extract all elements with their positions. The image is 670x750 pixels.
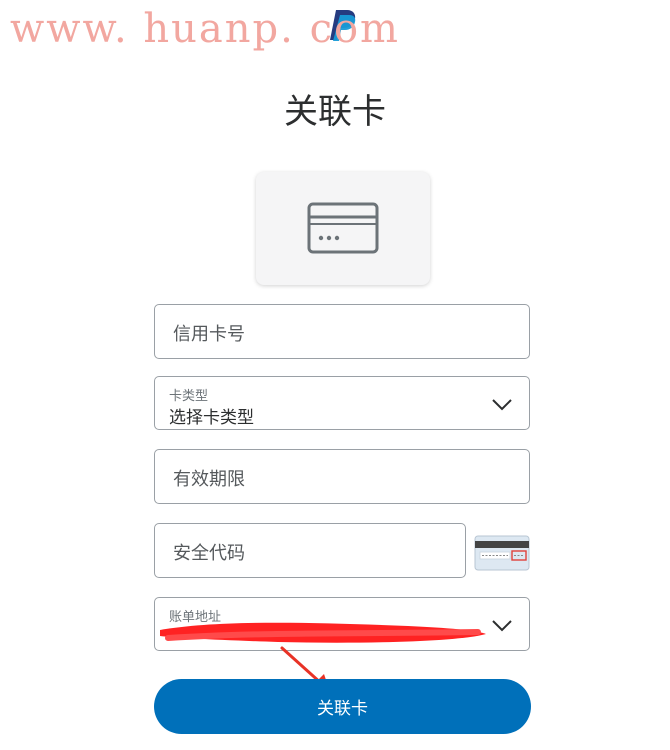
redaction-mark — [160, 622, 486, 643]
card-back-cvv-icon — [474, 535, 530, 571]
credit-card-icon — [307, 202, 379, 253]
page-title: 关联卡 — [284, 92, 386, 132]
expiry-date-placeholder: 有效期限 — [173, 469, 245, 490]
card-type-label: 卡类型 — [169, 389, 209, 404]
card-type-select[interactable]: 卡类型 选择卡类型 — [154, 376, 530, 430]
chevron-down-icon[interactable] — [491, 615, 513, 635]
expiry-date-field[interactable]: 有效期限 — [154, 449, 530, 504]
chevron-down-icon[interactable] — [491, 394, 513, 414]
card-number-placeholder: 信用卡号 — [173, 324, 245, 345]
paypal-logo-icon — [330, 10, 356, 41]
card-icon-tile — [256, 172, 430, 285]
card-number-field[interactable]: 信用卡号 — [154, 304, 530, 359]
security-code-placeholder: 安全代码 — [173, 543, 245, 564]
card-type-value: 选择卡类型 — [169, 408, 254, 428]
link-card-button[interactable]: 关联卡 — [154, 679, 531, 734]
security-code-field[interactable]: 安全代码 — [154, 523, 466, 578]
